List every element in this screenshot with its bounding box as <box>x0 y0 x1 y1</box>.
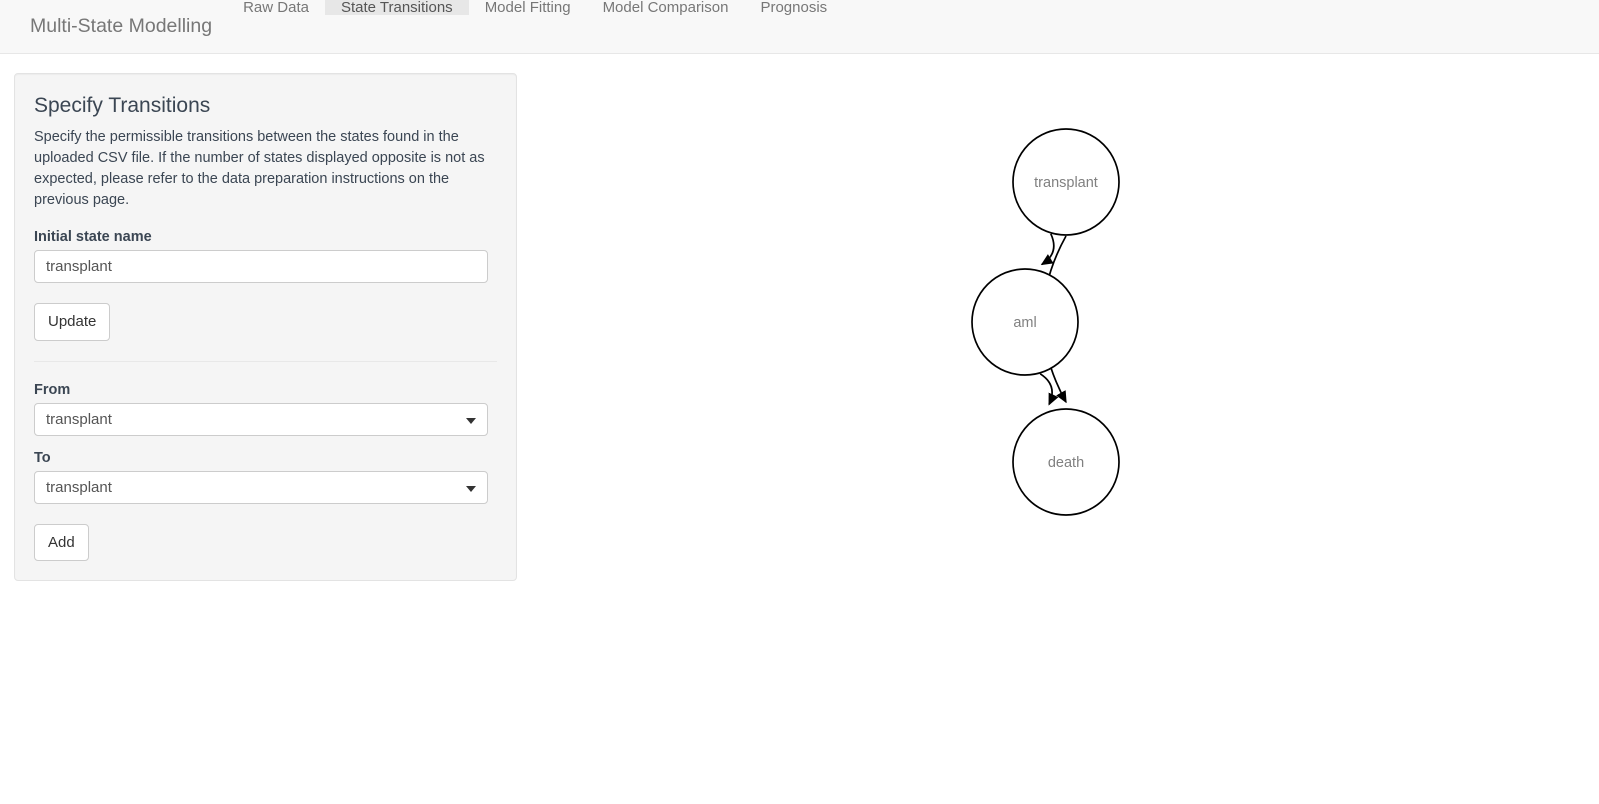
navbar-brand[interactable]: Multi-State Modelling <box>15 0 227 53</box>
update-button[interactable]: Update <box>34 303 111 341</box>
navbar-tabs: Raw Data State Transitions Model Fitting… <box>227 0 843 53</box>
graph-node-label: death <box>1048 455 1084 471</box>
graph-node-label: transplant <box>1034 175 1098 191</box>
initial-state-input[interactable] <box>34 250 488 284</box>
graph-edge-aml-to-death <box>1039 373 1059 406</box>
tab-prognosis[interactable]: Prognosis <box>744 0 843 15</box>
graph-node-label: aml <box>1013 315 1036 331</box>
state-graph-svg: transplant aml death <box>971 128 1120 516</box>
add-button[interactable]: Add <box>34 523 89 561</box>
panel-title: Specify Transitions <box>34 94 211 117</box>
state-transition-diagram: transplant aml death <box>520 54 1599 804</box>
tab-model-fitting[interactable]: Model Fitting <box>469 0 587 15</box>
panel-description: Specify the permissible transitions betw… <box>34 129 485 209</box>
to-select[interactable]: transplant <box>34 470 488 504</box>
to-select-wrapper: transplant <box>34 470 488 504</box>
tab-raw-data[interactable]: Raw Data <box>227 0 325 15</box>
tab-state-transitions[interactable]: State Transitions <box>324 0 469 15</box>
graph-nodes: transplant aml death <box>971 128 1120 516</box>
tab-model-comparison[interactable]: Model Comparison <box>587 0 745 15</box>
top-navbar: Multi-State Modelling Raw Data State Tra… <box>0 0 1599 54</box>
graph-node-aml[interactable]: aml <box>971 268 1079 376</box>
graph-node-death[interactable]: death <box>1012 408 1120 516</box>
from-select-wrapper: transplant <box>34 402 488 436</box>
initial-state-label: Initial state name <box>34 229 152 246</box>
section-divider <box>34 360 497 362</box>
page-body: Specify Transitions Specify the permissi… <box>0 54 1599 804</box>
graph-node-transplant[interactable]: transplant <box>1012 128 1120 236</box>
graph-edge-transplant-to-aml <box>1040 233 1055 266</box>
specify-transitions-panel: Specify Transitions Specify the permissi… <box>14 73 517 581</box>
from-label: From <box>34 381 71 398</box>
from-select[interactable]: transplant <box>34 402 488 436</box>
to-label: To <box>34 449 51 466</box>
